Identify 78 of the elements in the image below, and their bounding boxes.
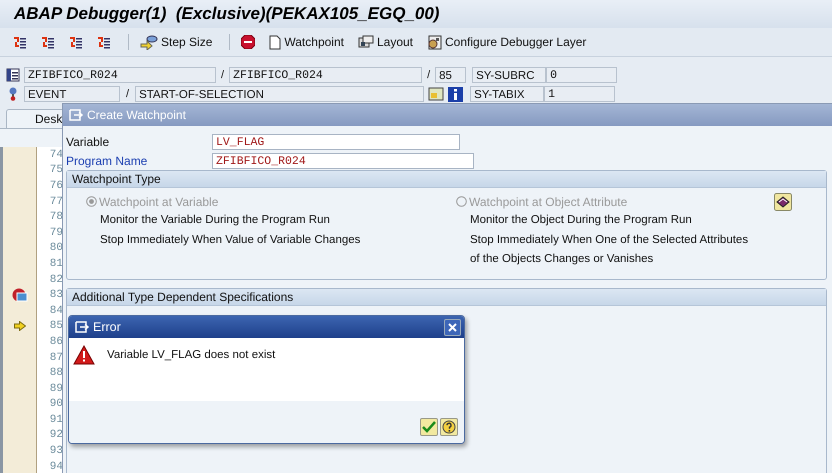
- line-number: 81: [48, 256, 63, 272]
- program-field: ZFIBFICO_R024: [24, 67, 216, 83]
- help-icon: [442, 420, 456, 434]
- separator-text: /: [221, 69, 224, 81]
- window-title: ABAP Debugger(1) (Exclusive)(PEKAX105_EGQ_00): [14, 4, 440, 24]
- arrow-list-icon: [97, 36, 111, 48]
- line-number: 79: [48, 226, 63, 241]
- confirm-button[interactable]: [420, 418, 438, 436]
- line-field: 85: [435, 67, 466, 83]
- check-icon: [422, 421, 436, 433]
- event-field: START-OF-SELECTION: [135, 86, 424, 102]
- line-number: 78: [48, 210, 63, 225]
- grid-icon: [358, 35, 374, 49]
- toolbar-button[interactable]: Configure Debugger Layer: [424, 32, 590, 52]
- line-number: 90: [48, 397, 63, 412]
- close-icon: [448, 322, 457, 332]
- breakpoint-icon[interactable]: [12, 288, 28, 302]
- line-number: 94: [48, 460, 63, 473]
- group-title: Additional Type Dependent Specifications: [72, 290, 294, 304]
- system-field-value: 1: [544, 86, 616, 102]
- line-number: 93: [48, 444, 63, 459]
- stop-icon: [241, 35, 256, 49]
- info-icon[interactable]: [448, 86, 464, 102]
- arrow-list-icon: [69, 36, 83, 48]
- config-icon: [427, 34, 442, 50]
- field-label: Variable: [66, 134, 110, 148]
- step-icon: [140, 34, 158, 50]
- line-number: 83: [48, 288, 63, 303]
- group-title: Watchpoint Type: [72, 172, 161, 186]
- line-number: 91: [48, 412, 63, 428]
- line-number: 86: [48, 334, 63, 350]
- program-icon: [6, 68, 20, 82]
- system-field-value: 0: [546, 67, 618, 83]
- line-number: 75: [48, 163, 63, 178]
- input-field[interactable]: LV_FLAG: [212, 134, 460, 150]
- input-field[interactable]: ZFIBFICO_R024: [212, 152, 474, 168]
- dialog-icon: [75, 321, 89, 333]
- system-field-name: SY-TABIX: [470, 86, 544, 102]
- error-message: Variable LV_FLAG does not exist: [107, 349, 276, 361]
- radio-icon: [456, 196, 467, 207]
- line-number: 88: [48, 366, 63, 381]
- description-text: of the Objects Changes or Vanishes: [469, 252, 654, 267]
- line-number: 77: [48, 194, 63, 210]
- field-label: Program Name: [66, 154, 148, 168]
- description-text: Stop Immediately When One of the Selected Attributes: [469, 232, 750, 248]
- system-field-name: SY-SUBRC: [472, 67, 546, 83]
- include-field: ZFIBFICO_R024: [229, 67, 422, 83]
- current-line-arrow-icon: [14, 321, 26, 332]
- line-number: 84: [48, 304, 63, 319]
- radio-icon: [86, 196, 97, 207]
- description-text: Monitor the Variable During the Program Run: [99, 213, 331, 228]
- book-icon[interactable]: [774, 193, 792, 211]
- toolbar-button[interactable]: Step Size: [137, 32, 216, 52]
- event-type-field: EVENT: [24, 86, 120, 102]
- warning-icon: [73, 345, 95, 365]
- dialog-title: Error: [93, 320, 122, 334]
- line-number: 92: [48, 428, 63, 444]
- close-button[interactable]: [444, 318, 461, 336]
- line-number: 85: [48, 319, 63, 334]
- line-number: 82: [48, 272, 63, 288]
- toolbar-button[interactable]: Watchpoint: [266, 32, 347, 52]
- help-button[interactable]: [440, 418, 458, 436]
- arrow-list-icon: [41, 36, 55, 48]
- toolbar-button[interactable]: Layout: [354, 33, 416, 51]
- line-number: 80: [48, 241, 63, 256]
- arrow-list-icon: [13, 36, 27, 48]
- description-text: Monitor the Object During the Program Run: [469, 213, 693, 228]
- line-number: 74: [48, 148, 63, 163]
- line-number: 87: [48, 350, 63, 366]
- dialog-icon: [69, 109, 83, 121]
- display-icon[interactable]: [428, 87, 444, 101]
- description-text: Stop Immediately When Value of Variable Changes: [99, 232, 362, 248]
- dialog-title: Create Watchpoint: [87, 108, 186, 122]
- separator-text: /: [427, 69, 430, 81]
- line-number: 76: [48, 178, 63, 194]
- separator-text: /: [126, 88, 130, 100]
- line-number: 89: [48, 382, 63, 396]
- page-icon: [269, 34, 282, 50]
